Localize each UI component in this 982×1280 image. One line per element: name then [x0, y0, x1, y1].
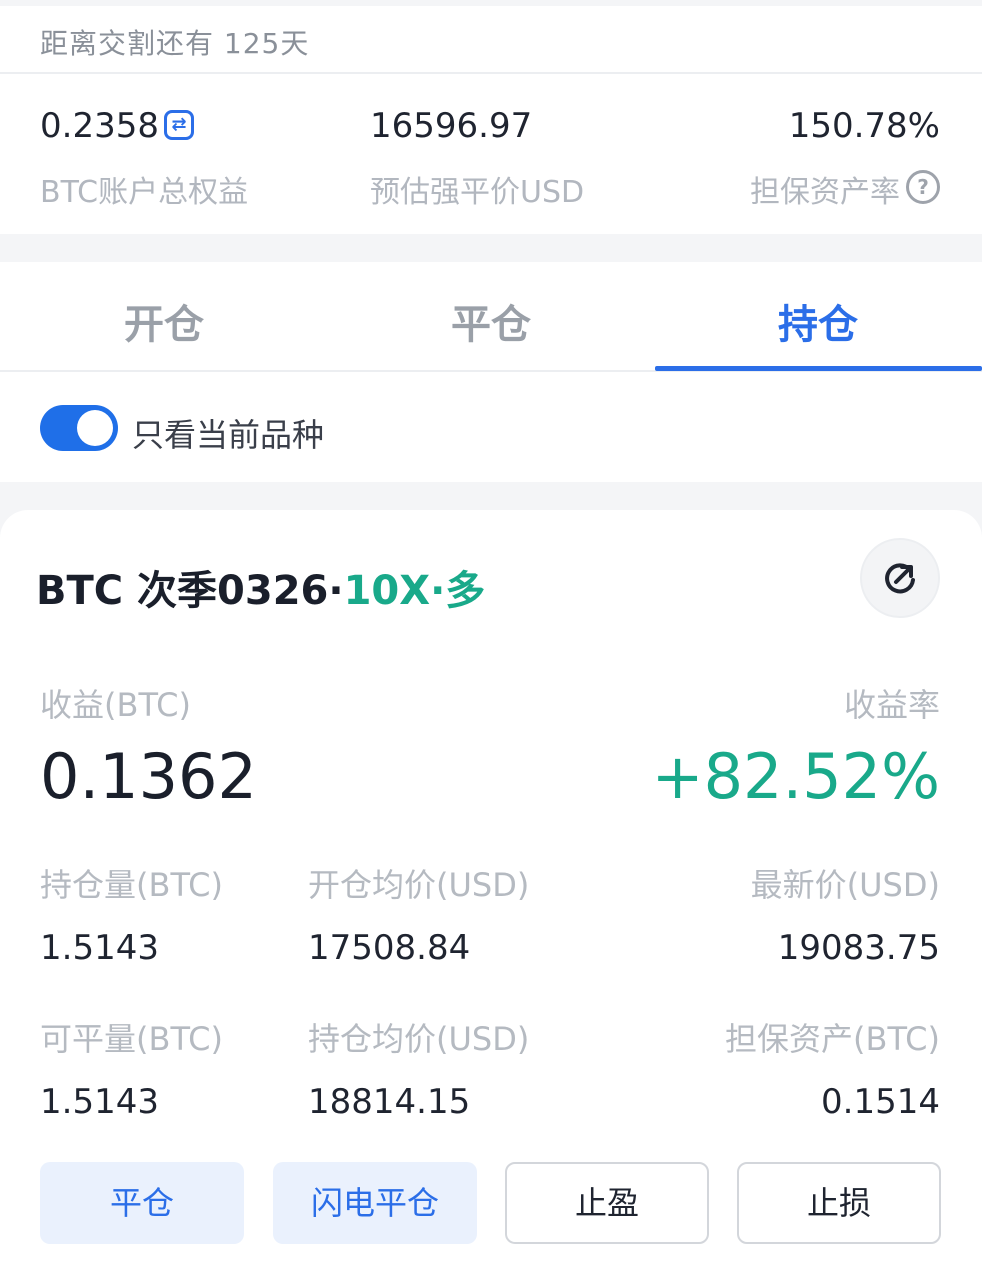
pnl-rate-label: 收益率 — [843, 686, 940, 724]
open-avg-price-label: 开仓均价(USD) — [308, 866, 530, 904]
last-price-value: 19083.75 — [777, 928, 940, 968]
margin-ratio-value: 150.78% — [788, 106, 940, 146]
delivery-countdown: 距离交割还有 125天 — [40, 27, 310, 60]
top-divider — [0, 0, 982, 6]
tab-open[interactable]: 开仓 — [64, 292, 264, 350]
active-tab-indicator — [655, 366, 982, 371]
closable-size-label: 可平量(BTC) — [40, 1020, 223, 1058]
margin-asset-value: 0.1514 — [821, 1082, 940, 1122]
flash-close-button[interactable]: 闪电平仓 — [273, 1162, 477, 1244]
tab-close[interactable]: 平仓 — [391, 292, 591, 350]
holding-avg-price-label: 持仓均价(USD) — [308, 1020, 530, 1058]
closable-size-value: 1.5143 — [40, 1082, 159, 1122]
swap-icon[interactable]: ⇄ — [164, 110, 194, 140]
account-equity-value: 0.2358 — [40, 106, 159, 146]
share-button[interactable] — [860, 538, 940, 618]
position-title: BTC 次季0326·10X·多 — [36, 558, 485, 616]
margin-ratio-label: 担保资产率 — [750, 175, 900, 210]
margin-asset-label: 担保资产(BTC) — [725, 1020, 940, 1058]
account-equity-label: BTC账户总权益 — [40, 175, 249, 210]
pnl-label: 收益(BTC) — [40, 686, 191, 724]
section-gap — [0, 234, 982, 262]
position-size-label: 持仓量(BTC) — [40, 866, 223, 904]
close-position-button[interactable]: 平仓 — [40, 1162, 244, 1244]
take-profit-button[interactable]: 止盈 — [505, 1162, 709, 1244]
liquidation-price-label: 预估强平价USD — [370, 175, 585, 210]
holding-avg-price-value: 18814.15 — [308, 1082, 471, 1122]
position-size-value: 1.5143 — [40, 928, 159, 968]
divider — [0, 72, 982, 74]
liquidation-price-value: 16596.97 — [370, 106, 533, 146]
toggle-label: 只看当前品种 — [132, 416, 325, 454]
last-price-label: 最新价(USD) — [750, 866, 940, 904]
position-symbol: BTC 次季0326· — [36, 568, 344, 614]
open-avg-price-value: 17508.84 — [308, 928, 471, 968]
pnl-rate-value: +82.52% — [651, 740, 940, 813]
pnl-value: 0.1362 — [40, 740, 257, 813]
current-symbol-only-toggle[interactable] — [40, 405, 118, 451]
share-icon — [885, 563, 915, 594]
tab-positions[interactable]: 持仓 — [718, 292, 918, 350]
position-leverage-direction: 10X·多 — [343, 568, 486, 614]
stop-loss-button[interactable]: 止损 — [737, 1162, 941, 1244]
help-icon[interactable]: ? — [906, 170, 940, 204]
